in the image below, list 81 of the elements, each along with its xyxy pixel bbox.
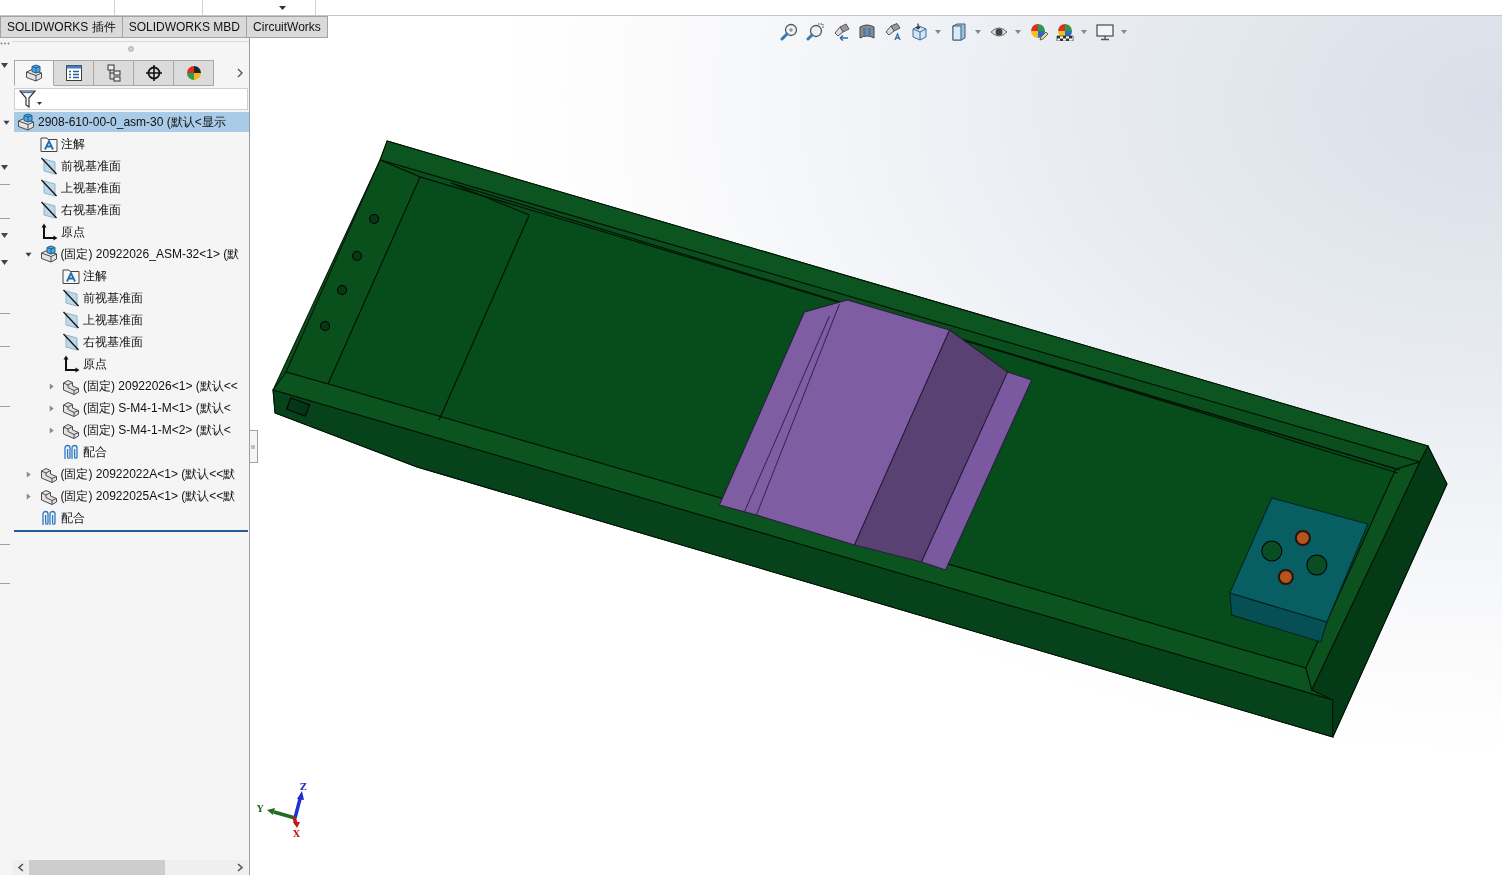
x-axis-arrow xyxy=(292,816,300,828)
splitter-grip-icon[interactable] xyxy=(127,46,134,52)
dropdown-caret-icon[interactable] xyxy=(1,260,8,265)
axis-label: Z xyxy=(300,782,307,792)
plane-icon xyxy=(39,157,58,175)
annotation-folder-icon xyxy=(62,267,80,285)
expand-caret-icon[interactable] xyxy=(25,250,32,258)
filter-field[interactable] xyxy=(14,88,248,110)
zoom-icon[interactable] xyxy=(780,23,798,41)
tree-item[interactable]: 注解 xyxy=(59,266,110,286)
block-cube-icon xyxy=(39,245,58,263)
filter-icon[interactable] xyxy=(19,90,43,108)
chevron-right-icon[interactable] xyxy=(237,68,243,78)
panel-tab[interactable] xyxy=(14,60,54,86)
tree-item[interactable]: (固定) S-M4-1-M<1> (默认< xyxy=(59,398,234,418)
list-icon xyxy=(64,64,83,82)
color-ball-pencil-icon[interactable] xyxy=(1030,23,1048,41)
tree-item[interactable]: 原点 xyxy=(59,354,110,374)
cut-cylinder-icon[interactable] xyxy=(858,23,876,41)
panel-tab[interactable] xyxy=(174,60,214,86)
axes-icon xyxy=(39,223,58,241)
color-ball-checker-icon[interactable] xyxy=(1056,23,1074,41)
tree-item[interactable]: 前视基准面 xyxy=(36,156,124,176)
axis-label: Y xyxy=(257,804,264,814)
tree-item[interactable]: (固定) 20922026_ASM-32<1> (默 xyxy=(36,244,243,264)
block-icon xyxy=(62,377,80,395)
block-icon xyxy=(39,465,58,483)
block-icon xyxy=(62,399,80,417)
tree-item[interactable]: 上视基准面 xyxy=(59,310,146,330)
tree-item[interactable]: (固定) 20922026<1> (默认<< xyxy=(59,376,241,396)
expand-caret-icon[interactable] xyxy=(2,118,10,126)
crosshair-icon xyxy=(144,64,163,82)
plane-icon xyxy=(62,311,80,329)
command-tab[interactable]: CircuitWorks xyxy=(247,16,328,38)
tree-item[interactable]: 配合 xyxy=(59,442,110,462)
splitter-handle[interactable] xyxy=(250,430,258,463)
tree-structure-icon xyxy=(104,64,123,82)
paperclip-icon xyxy=(62,443,80,461)
block-cube-icon xyxy=(17,113,35,131)
horizontal-scrollbar[interactable] xyxy=(13,860,248,875)
dropdown-caret-icon[interactable] xyxy=(279,5,286,10)
command-tab[interactable]: SOLIDWORKS MBD xyxy=(122,16,248,38)
dropdown-caret-icon[interactable] xyxy=(1,233,8,238)
scrollbar-thumb[interactable] xyxy=(29,860,165,875)
tree-item[interactable]: (固定) 20922022A<1> (默认<<默 xyxy=(36,464,239,484)
monitor-icon[interactable] xyxy=(1096,23,1114,41)
flashlight-letter-icon[interactable] xyxy=(884,23,902,41)
tree-item[interactable]: 前视基准面 xyxy=(59,288,146,308)
dropdown-caret-icon[interactable] xyxy=(1,165,8,170)
command-tab[interactable]: SOLIDWORKS 插件 xyxy=(0,16,123,38)
tree-item[interactable]: 注解 xyxy=(36,134,88,154)
plane-icon xyxy=(62,289,80,307)
y-axis-arrow xyxy=(267,808,296,820)
panel-tab[interactable] xyxy=(54,60,94,86)
tree-item[interactable]: (固定) 20922025A<1> (默认<<默 xyxy=(36,486,239,506)
grip-dots-icon[interactable] xyxy=(0,42,10,45)
cube-icon[interactable] xyxy=(910,23,928,41)
tree-item[interactable]: 2908-610-00-0_asm-30 (默认<显示 xyxy=(14,112,249,132)
block-icon xyxy=(39,487,58,505)
z-axis-arrow xyxy=(293,791,304,819)
tree-item[interactable]: 右视基准面 xyxy=(36,200,124,220)
tree-item[interactable]: 右视基准面 xyxy=(59,332,146,352)
paperclip-icon xyxy=(39,509,58,527)
tree-item[interactable]: 原点 xyxy=(36,222,88,242)
color-ball-icon xyxy=(184,64,203,82)
dropdown-caret-icon[interactable] xyxy=(1,63,8,68)
tree-item[interactable]: 配合 xyxy=(36,508,88,528)
flashlight-arrow-icon[interactable] xyxy=(832,23,850,41)
tree-item[interactable]: (固定) S-M4-1-M<2> (默认< xyxy=(59,420,234,440)
panel-tab[interactable] xyxy=(134,60,174,86)
annotation-folder-icon xyxy=(39,135,58,153)
plane-icon xyxy=(62,333,80,351)
zoom-area-icon[interactable] xyxy=(806,23,824,41)
axes-icon xyxy=(62,355,80,373)
shaded-box-icon[interactable] xyxy=(950,23,968,41)
plane-icon xyxy=(39,179,58,197)
block-icon xyxy=(62,421,80,439)
tree-item[interactable]: 上视基准面 xyxy=(36,178,124,198)
plane-icon xyxy=(39,201,58,219)
axis-label: X xyxy=(293,829,300,838)
block-cube-icon xyxy=(25,64,43,82)
